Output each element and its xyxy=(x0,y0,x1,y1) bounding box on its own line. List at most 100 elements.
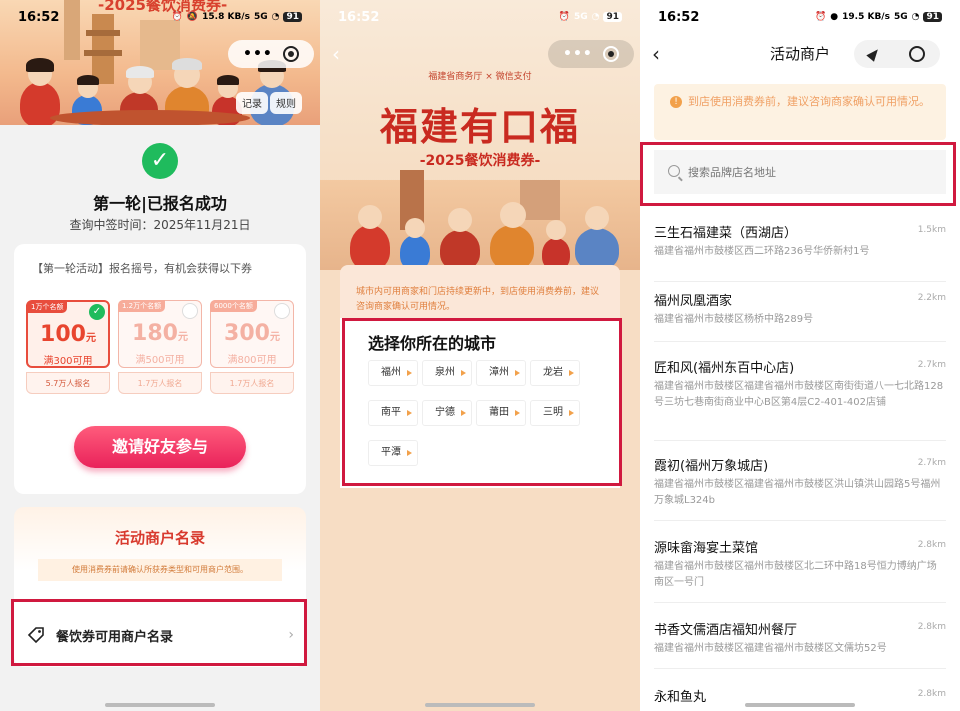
record-button[interactable]: 记录 xyxy=(236,92,268,114)
notice-bar: ! 到店使用消费券前，建议咨询商家确认可用情况。 xyxy=(654,84,946,140)
merchant-address: 福建省福州市鼓楼区杨桥中路289号 xyxy=(654,314,814,325)
unselected-circle-icon xyxy=(274,303,290,319)
net-speed: 19.5 KB/s xyxy=(842,12,890,22)
notice-text: 到店使用消费券前，建议咨询商家确认可用情况。 xyxy=(688,95,930,108)
coupon-100[interactable]: 1万个名额 ✓ 100元 满300可用 xyxy=(26,300,110,368)
coupon-registrations: 1.7万人报名 xyxy=(210,372,294,394)
success-check-icon: ✓ xyxy=(142,143,178,179)
miniprogram-capsule: ••• xyxy=(548,40,634,68)
merchant-name: 匠和风(福州东百中心店) xyxy=(654,361,795,376)
update-notice-text: 城市内可用商家和门店持续更新中，到店使用消费券前，建议咨询商家确认可用情况。 xyxy=(356,287,600,312)
coupon-unit: 元 xyxy=(177,332,188,343)
home-indicator xyxy=(105,703,215,707)
coupon-amount: 180 xyxy=(132,321,178,346)
coupon-quota: 6000个名额 xyxy=(210,300,257,312)
unselected-circle-icon xyxy=(182,303,198,319)
merchant-address: 福建省福州市鼓楼区福建省福州市鼓楼区文儒坊52号 xyxy=(654,643,887,654)
mute-icon: 🔕 xyxy=(186,12,199,22)
merchant-item[interactable]: 福州凤凰酒家 2.2km 福建省福州市鼓楼区杨桥中路289号 xyxy=(654,290,946,342)
status-bar: 16:52 ⏰ 🔕 15.8 KB/s 5G ◔ 91 xyxy=(0,0,320,34)
merchant-distance: 2.8km xyxy=(917,622,946,632)
coupon-unit: 元 xyxy=(269,332,280,343)
enrollment-panel: -2025餐饮消费券- 16:52 ⏰ 🔕 15.8 KB/s 5G ◔ 91 … xyxy=(0,0,320,711)
selected-check-icon: ✓ xyxy=(89,304,105,320)
merchant-distance: 2.7km xyxy=(917,360,946,370)
update-notice: 城市内可用商家和门店持续更新中，到店使用消费券前，建议咨询商家确认可用情况。 xyxy=(340,265,620,323)
coupon-quota: 1.2万个名额 xyxy=(118,300,166,312)
family-illustration xyxy=(320,170,640,270)
close-miniprogram-icon[interactable] xyxy=(602,46,619,62)
merchant-name: 霞初(福州万象城店) xyxy=(654,459,769,474)
organizer-line: 福建省商务厅 × 微信支付 xyxy=(428,72,532,82)
battery-icon: 91 xyxy=(603,12,622,22)
merchant-name: 永和鱼丸 xyxy=(654,690,707,705)
navigation-arrow-icon[interactable] xyxy=(866,46,882,62)
battery-icon: 91 xyxy=(923,12,942,22)
merchant-item[interactable]: 三生石福建菜（西湖店） 1.5km 福建省福州市鼓楼区西二环路236号华侨新村1… xyxy=(654,222,946,282)
merchant-item[interactable]: 霞初(福州万象城店) 2.7km 福建省福州市鼓楼区福建省福州市鼓楼区洪山镇洪山… xyxy=(654,455,946,521)
highlight-box xyxy=(11,599,307,666)
merchant-distance: 1.5km xyxy=(917,225,946,235)
home-indicator xyxy=(745,703,855,707)
coupon-registrations: 1.7万人报名 xyxy=(118,372,202,394)
warning-icon: ! xyxy=(670,96,682,108)
alarm-icon: ⏰ xyxy=(171,12,183,22)
close-miniprogram-icon[interactable] xyxy=(909,46,925,62)
merchant-name: 书香文儒酒店福知州餐厅 xyxy=(654,623,798,638)
battery-icon: 91 xyxy=(283,12,302,22)
merchant-name: 福州凤凰酒家 xyxy=(654,294,733,309)
merchant-address: 福建省福州市鼓楼区福建省福州市鼓楼区南街街道八一七北路128号三坊七巷南街商业中… xyxy=(654,381,944,408)
merchant-item[interactable]: 永和鱼丸 2.8km xyxy=(654,686,946,711)
status-bar: 16:52 ⏰ 5G ◔ 91 xyxy=(320,0,640,34)
merchant-item[interactable]: 匠和风(福州东百中心店) 2.7km 福建省福州市鼓楼区福建省福州市鼓楼区南街街… xyxy=(654,357,946,441)
location-status-icon: ● xyxy=(830,12,839,22)
alarm-icon: ⏰ xyxy=(558,12,570,22)
highlight-box xyxy=(342,318,622,486)
merchant-distance: 2.8km xyxy=(917,540,946,550)
miniprogram-capsule xyxy=(854,40,940,68)
merchant-distance: 2.2km xyxy=(917,293,946,303)
back-icon[interactable]: ‹ xyxy=(332,42,340,66)
wifi-icon: ◔ xyxy=(271,12,280,22)
merchant-distance: 2.8km xyxy=(917,689,946,699)
wifi-icon: ◔ xyxy=(911,12,920,22)
lottery-card: 【第一轮活动】报名摇号，有机会获得以下券 1万个名额 ✓ 100元 满300可用… xyxy=(14,244,306,494)
city-select-panel: 16:52 ⏰ 5G ◔ 91 ‹ ••• 福建省商务厅 × 微信支付 福建有口… xyxy=(320,0,640,711)
more-icon[interactable]: ••• xyxy=(563,46,593,62)
dinner-table xyxy=(50,110,250,125)
merchant-directory-title: 活动商户名录 xyxy=(114,529,205,547)
merchant-address: 福建省福州市鼓楼区福州市鼓楼区北二环中路18号恒力博纳广场南区一号门 xyxy=(654,561,937,588)
merchant-item[interactable]: 书香文儒酒店福知州餐厅 2.8km 福建省福州市鼓楼区福建省福州市鼓楼区文儒坊5… xyxy=(654,619,946,669)
merchant-directory-note: 使用消费券前请确认所获券类型和可用商户范围。 xyxy=(38,559,282,581)
lottery-hint: 【第一轮活动】报名摇号，有机会获得以下券 xyxy=(32,262,252,275)
coupon-amount: 100 xyxy=(40,322,86,347)
more-icon[interactable]: ••• xyxy=(243,46,273,62)
query-time: 查询中签时间：2025年11月21日 xyxy=(69,218,251,232)
merchant-item[interactable]: 源味畲海宴土菜馆 2.8km 福建省福州市鼓楼区福州市鼓楼区北二环中路18号恒力… xyxy=(654,537,946,603)
merchant-list-panel: 16:52 ⏰ ● 19.5 KB/s 5G ◔ 91 ‹ 活动商户 ! 到店使… xyxy=(640,0,960,711)
coupon-quota: 1万个名额 xyxy=(27,301,68,313)
coupon-amount: 300 xyxy=(224,321,270,346)
home-indicator xyxy=(425,703,535,707)
invite-friends-button[interactable]: 邀请好友参与 xyxy=(74,426,246,468)
alarm-icon: ⏰ xyxy=(815,12,827,22)
merchant-address: 福建省福州市鼓楼区西二环路236号华侨新村1号 xyxy=(654,246,870,257)
coupon-unit: 元 xyxy=(85,333,96,344)
signal-icon: 5G xyxy=(893,12,908,22)
coupon-condition: 满300可用 xyxy=(43,356,93,367)
merchant-name: 三生石福建菜（西湖店） xyxy=(654,226,798,241)
miniprogram-capsule: ••• xyxy=(228,40,314,68)
campaign-subtitle: -2025餐饮消费券- xyxy=(419,153,541,169)
round-status: 第一轮|已报名成功 xyxy=(93,194,227,213)
coupon-180[interactable]: 1.2万个名额 180元 满500可用 xyxy=(118,300,202,368)
close-miniprogram-icon[interactable] xyxy=(282,46,299,62)
merchant-address: 福建省福州市鼓楼区福建省福州市鼓楼区洪山镇洪山园路5号福州万象城L324b xyxy=(654,479,941,506)
coupon-condition: 满800可用 xyxy=(227,355,277,366)
net-speed: 15.8 KB/s xyxy=(202,12,250,22)
highlight-box xyxy=(640,142,956,206)
coupon-registrations: 5.7万人报名 xyxy=(26,372,110,394)
coupon-300[interactable]: 6000个名额 300元 满800可用 xyxy=(210,300,294,368)
status-bar: 16:52 ⏰ ● 19.5 KB/s 5G ◔ 91 xyxy=(640,0,960,34)
status-time: 16:52 xyxy=(658,9,700,25)
rules-button[interactable]: 规则 xyxy=(270,92,302,114)
